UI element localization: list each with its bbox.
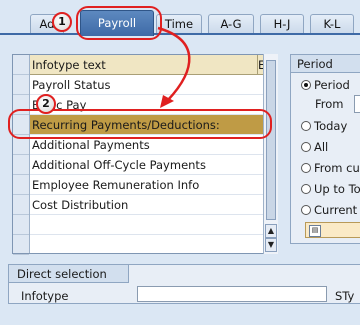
tab-label: K-L	[323, 17, 341, 31]
row-selector[interactable]	[13, 115, 29, 135]
period-title: Period	[291, 55, 360, 73]
radio-label: Period	[314, 78, 350, 92]
row-selector[interactable]	[13, 75, 29, 95]
infotype-name: Additional Payments	[32, 138, 150, 152]
row-selector[interactable]	[13, 235, 29, 255]
radio-label: Current	[314, 203, 358, 217]
row-selector[interactable]	[13, 215, 29, 235]
period-dropdown[interactable]: ▤	[305, 222, 360, 238]
radio-label: All	[314, 140, 329, 154]
scroll-down-icon[interactable]: ▼	[265, 238, 277, 252]
tab-strip-divider	[0, 33, 360, 35]
radio-label: From cu	[314, 161, 360, 175]
row-selector[interactable]	[13, 195, 29, 215]
row-selector[interactable]	[13, 175, 29, 195]
calendar-icon[interactable]: ▤	[309, 225, 321, 237]
table-row[interactable]: Cost Distribution	[30, 195, 270, 215]
table-scrollbar[interactable]: ▲ ▼	[263, 54, 278, 254]
row-selector[interactable]	[13, 155, 29, 175]
period-panel: Period Period From Today All From cu Up …	[290, 54, 360, 244]
infotype-name: Recurring Payments/Deductions:	[32, 118, 220, 132]
radio-up-to-today[interactable]: Up to To	[301, 181, 360, 197]
radio-selected-icon[interactable]	[301, 80, 311, 90]
infotype-name: Cost Distribution	[32, 198, 129, 212]
from-label: From	[315, 97, 344, 111]
radio-icon[interactable]	[301, 121, 311, 131]
infotype-table: Infotype text E.. Payroll Status ✔ Basic…	[12, 54, 278, 255]
table-row[interactable]: Additional Off-Cycle Payments	[30, 155, 270, 175]
radio-today[interactable]: Today	[301, 118, 347, 134]
tab-payroll[interactable]: Payroll	[80, 10, 154, 36]
subtype-label: STy	[335, 289, 355, 303]
table-row-selected[interactable]: Recurring Payments/Deductions: ✔	[30, 115, 273, 135]
row-selector-column	[13, 55, 30, 255]
tab-k-l[interactable]: K-L	[310, 14, 354, 34]
radio-label: Up to To	[314, 182, 360, 196]
infotype-name: Payroll Status	[32, 78, 111, 92]
infotype-name: Employee Remuneration Info	[32, 178, 200, 192]
infotype-label: Infotype	[21, 289, 69, 303]
table-row-empty[interactable]	[30, 235, 270, 255]
scroll-up-icon[interactable]: ▲	[265, 224, 277, 238]
infotype-name: Additional Off-Cycle Payments	[32, 158, 206, 172]
radio-icon[interactable]	[301, 184, 311, 194]
scroll-thumb[interactable]	[266, 60, 276, 220]
step-1-marker: 1	[52, 12, 72, 32]
tab-label: Payroll	[97, 16, 137, 30]
radio-icon[interactable]	[301, 142, 311, 152]
tab-a-g[interactable]: A-G	[208, 14, 254, 34]
table-row[interactable]: Employee Remuneration Info	[30, 175, 270, 195]
column-header-infotype-text[interactable]: Infotype text	[30, 55, 258, 75]
step-2-marker: 2	[36, 94, 56, 114]
tab-label: A-G	[220, 17, 242, 31]
radio-label: Today	[314, 119, 348, 133]
table-row[interactable]: Additional Payments ✔	[30, 135, 273, 155]
radio-period[interactable]: Period	[301, 77, 350, 93]
row-selector[interactable]	[13, 95, 29, 115]
tab-time[interactable]: Time	[156, 14, 202, 34]
direct-selection-title: Direct selection	[9, 265, 129, 283]
radio-all[interactable]: All	[301, 139, 328, 155]
row-selector[interactable]	[13, 135, 29, 155]
direct-selection-panel: Direct selection Infotype STy	[8, 264, 360, 304]
table-row[interactable]: Basic Pay ✔	[30, 95, 273, 115]
radio-icon[interactable]	[301, 163, 311, 173]
table-row[interactable]: Payroll Status ✔	[30, 75, 273, 95]
tab-label: H-J	[273, 17, 291, 31]
tab-label: Time	[164, 17, 194, 31]
radio-icon[interactable]	[301, 205, 311, 215]
employee-maintenance-screen: Ad Payroll Time A-G H-J K-L Infotype tex…	[0, 0, 360, 325]
table-row-empty[interactable]	[30, 215, 270, 235]
select-all-cell[interactable]	[13, 55, 29, 75]
infotype-input[interactable]	[137, 286, 327, 302]
tab-h-j[interactable]: H-J	[260, 14, 304, 34]
from-date-input[interactable]	[354, 95, 360, 113]
radio-current[interactable]: Current	[301, 202, 357, 218]
radio-from-current[interactable]: From cu	[301, 160, 360, 176]
